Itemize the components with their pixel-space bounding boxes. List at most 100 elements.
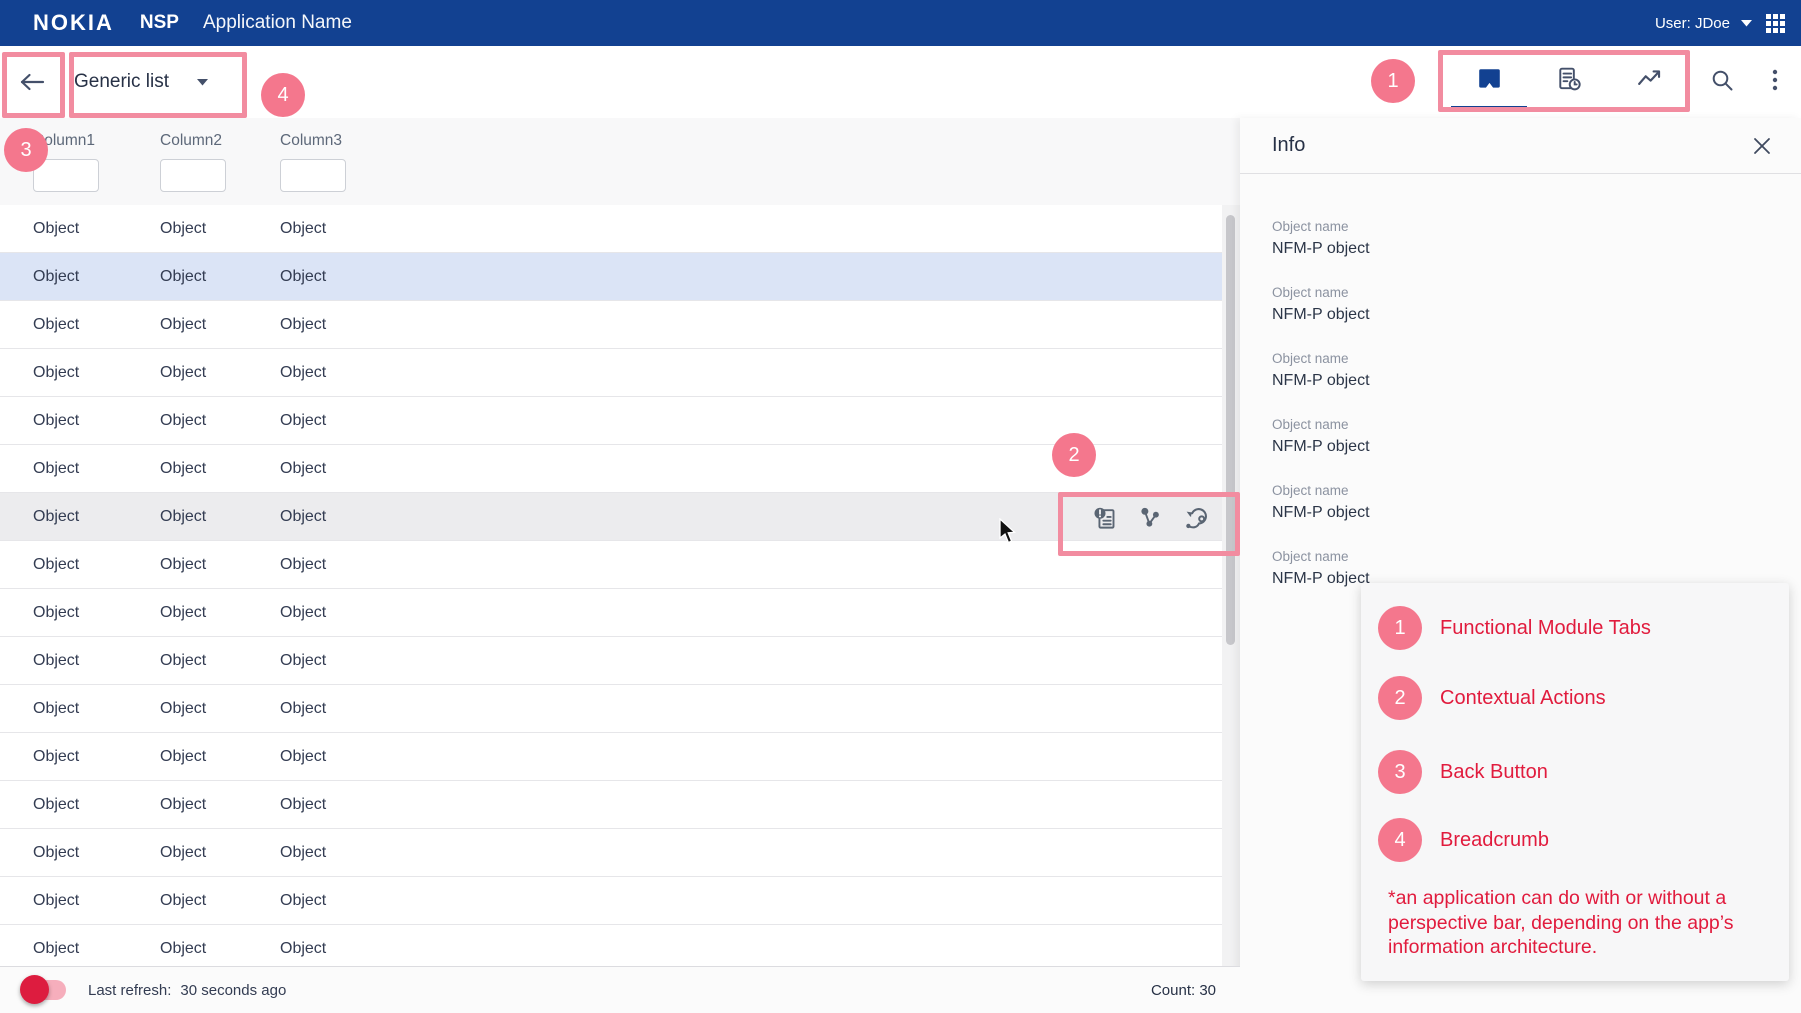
table-cell: Object [280,604,1222,622]
application-window: NOKIA NSP Application Name User: JDoe [0,0,1801,1013]
functional-module-tabs [1449,46,1689,112]
apps-grid-icon[interactable] [1766,14,1785,33]
filter-input-column1[interactable] [33,159,99,192]
kebab-menu-icon [1772,68,1778,92]
tab-log-report[interactable] [1529,46,1609,112]
trend-line-icon [1636,66,1663,92]
table-cell: Object [33,892,160,910]
overflow-menu-button[interactable] [1758,63,1792,97]
info-field: Object name NFM-P object [1272,351,1801,391]
table-cell: Object [160,364,280,382]
table-cell: Object [33,748,160,766]
magnifier-icon [1710,68,1734,92]
topology-action[interactable] [1134,501,1166,533]
table-row[interactable]: Object Object Object [0,685,1222,733]
topology-action-icon [1137,504,1164,531]
table-row[interactable]: Object Object Object [0,781,1222,829]
info-panel-header: Info [1240,118,1801,174]
close-x-icon [1753,137,1771,155]
info-fields: Object name NFM-P object Object name NFM… [1240,174,1801,589]
table-row[interactable]: Object Object Object [0,589,1222,637]
table-cell: Object [33,796,160,814]
table-row[interactable]: Object Object Object [0,445,1222,493]
table-row[interactable]: Object Object Object [0,637,1222,685]
caret-down-icon [197,79,208,86]
info-field-label: Object name [1272,219,1801,235]
legend-number-badge: 4 [1378,818,1422,862]
info-field-value: NFM-P object [1272,437,1801,457]
contextual-actions [1088,493,1212,541]
table-header: Column1 Column2 Column3 [0,118,1240,206]
table-cell: Object [160,316,280,334]
column-header-3: Column3 [280,118,1240,150]
nsp-product-label: NSP [140,12,179,34]
table-cell: Object [280,940,1222,958]
info-field-label: Object name [1272,417,1801,433]
legend-number-badge: 2 [1378,676,1422,720]
table-cell: Object [33,268,160,286]
filter-input-column3[interactable] [280,159,346,192]
legend-item: 3 Back Button [1378,750,1548,794]
info-field-label: Object name [1272,351,1801,367]
table-cell: Object [33,220,160,238]
scrollbar-thumb[interactable] [1226,215,1235,645]
table-cell: Object [160,748,280,766]
table-cell: Object [160,700,280,718]
table-cell: Object [160,796,280,814]
table-cell: Object [33,316,160,334]
table-row[interactable]: Object Object Object [0,541,1222,589]
toolbar: Generic list [0,46,1801,119]
table-row[interactable]: Object Object Object [0,253,1222,301]
auto-refresh-toggle[interactable] [22,979,68,1001]
table-cell: Object [280,412,1222,430]
table-cell: Object [33,508,160,526]
column-header-1: Column1 [33,118,160,150]
vertical-scrollbar[interactable] [1222,205,1240,966]
user-menu[interactable]: User: JDoe [1655,15,1752,32]
info-field-value: NFM-P object [1272,503,1801,523]
filter-input-column2[interactable] [160,159,226,192]
nokia-logo: NOKIA [33,10,114,36]
table-row[interactable]: Object Object Object [0,829,1222,877]
info-field-label: Object name [1272,285,1801,301]
table-cell: Object [280,796,1222,814]
table-cell: Object [280,700,1222,718]
table-row[interactable]: Object Object Object [0,733,1222,781]
table-cell: Object [280,844,1222,862]
last-refresh-label: Last refresh: [88,982,171,999]
table-row[interactable]: Object Object Object [0,349,1222,397]
legend-item: 1 Functional Module Tabs [1378,606,1651,650]
table-cell: Object [160,412,280,430]
legend-note: *an application can do with or without a… [1388,886,1756,960]
application-title: Application Name [203,12,352,34]
table-cell: Object [33,460,160,478]
info-field-value: NFM-P object [1272,239,1801,259]
table-row[interactable]: Object Object Object [0,205,1222,253]
table-row[interactable]: Object Object Object [0,397,1222,445]
table-row[interactable]: Object Object Object [0,877,1222,925]
table-cell: Object [160,604,280,622]
table-cell: Object [160,892,280,910]
table-row[interactable]: Object Object Object [0,301,1222,349]
legend-item-label: Contextual Actions [1440,687,1606,710]
tab-dashboard[interactable] [1449,46,1529,112]
toggle-knob [20,975,49,1004]
table-cell: Object [160,652,280,670]
table-cell: Object [280,652,1222,670]
table-cell: Object [160,556,280,574]
breadcrumb[interactable]: Generic list [74,66,208,98]
table-cell: Object [33,604,160,622]
search-button[interactable] [1705,63,1739,97]
info-field: Object name NFM-P object [1272,483,1801,523]
object-details-action-icon [1091,504,1118,531]
object-details-action[interactable] [1088,501,1120,533]
resync-action[interactable] [1180,501,1212,533]
back-button[interactable] [13,66,51,98]
user-caret-down-icon [1741,20,1752,27]
legend-item: 4 Breadcrumb [1378,818,1549,862]
table-rows: Object Object Object Object Object Objec… [0,205,1222,973]
annotation-legend-card: 1 Functional Module Tabs 2 Contextual Ac… [1361,583,1789,981]
close-button[interactable] [1747,131,1777,161]
tab-trend[interactable] [1609,46,1689,112]
table-row[interactable]: Object Object Object [0,493,1222,541]
